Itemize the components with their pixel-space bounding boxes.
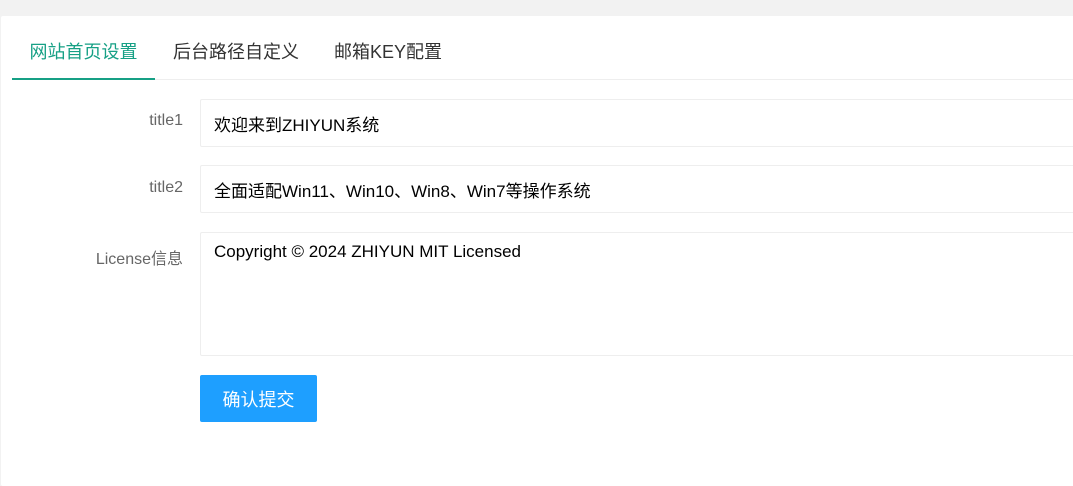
title1-input[interactable] [200, 99, 1073, 147]
title2-label: title2 [149, 179, 183, 196]
title2-input[interactable] [200, 165, 1073, 213]
license-label: License信息 [95, 251, 183, 268]
tab-admin-path-custom[interactable]: 后台路径自定义 [172, 25, 300, 79]
settings-tabs: 网站首页设置 后台路径自定义 邮箱KEY配置 [12, 25, 1073, 80]
submit-button[interactable]: 确认提交 [200, 375, 317, 422]
tab-email-key-config[interactable]: 邮箱KEY配置 [334, 25, 442, 79]
license-textarea[interactable]: Copyright © 2024 ZHIYUN MIT Licensed [200, 232, 1073, 356]
title1-label: title1 [149, 112, 183, 129]
tab-homepage-settings[interactable]: 网站首页设置 [12, 25, 155, 80]
